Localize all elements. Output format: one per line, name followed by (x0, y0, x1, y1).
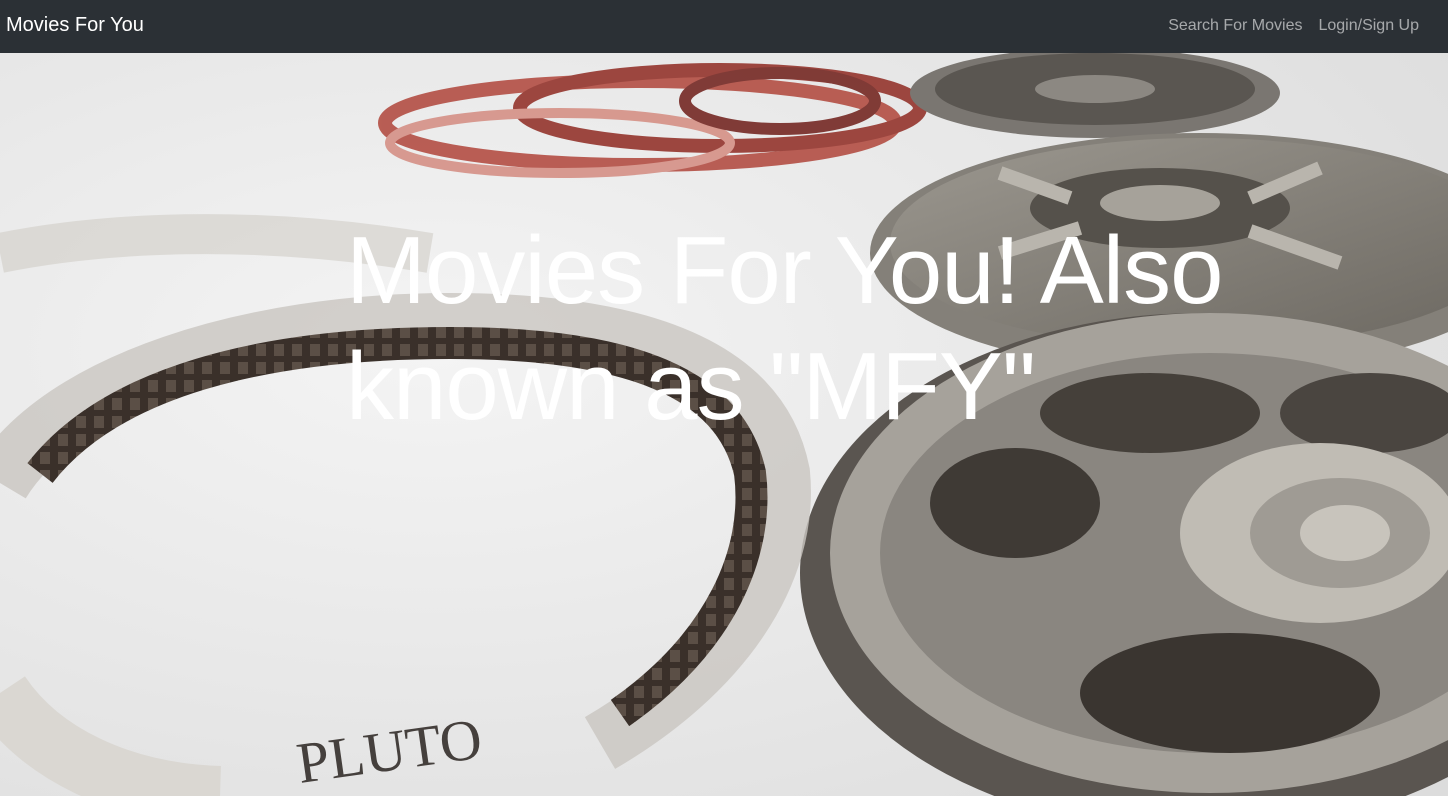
nav-link-search-movies[interactable]: Search For Movies (1168, 16, 1302, 35)
nav-links: Search For Movies Login/Sign Up (1168, 16, 1419, 35)
hero-title: Movies For You! Also known as "MFY" (346, 217, 1223, 440)
brand-link[interactable]: Movies For You (6, 13, 144, 37)
hero-section: PLUTO Movies For You! Also known as "MFY… (0, 53, 1448, 796)
nav-link-login-signup[interactable]: Login/Sign Up (1318, 16, 1419, 35)
top-navbar: Movies For You Search For Movies Login/S… (0, 0, 1448, 53)
